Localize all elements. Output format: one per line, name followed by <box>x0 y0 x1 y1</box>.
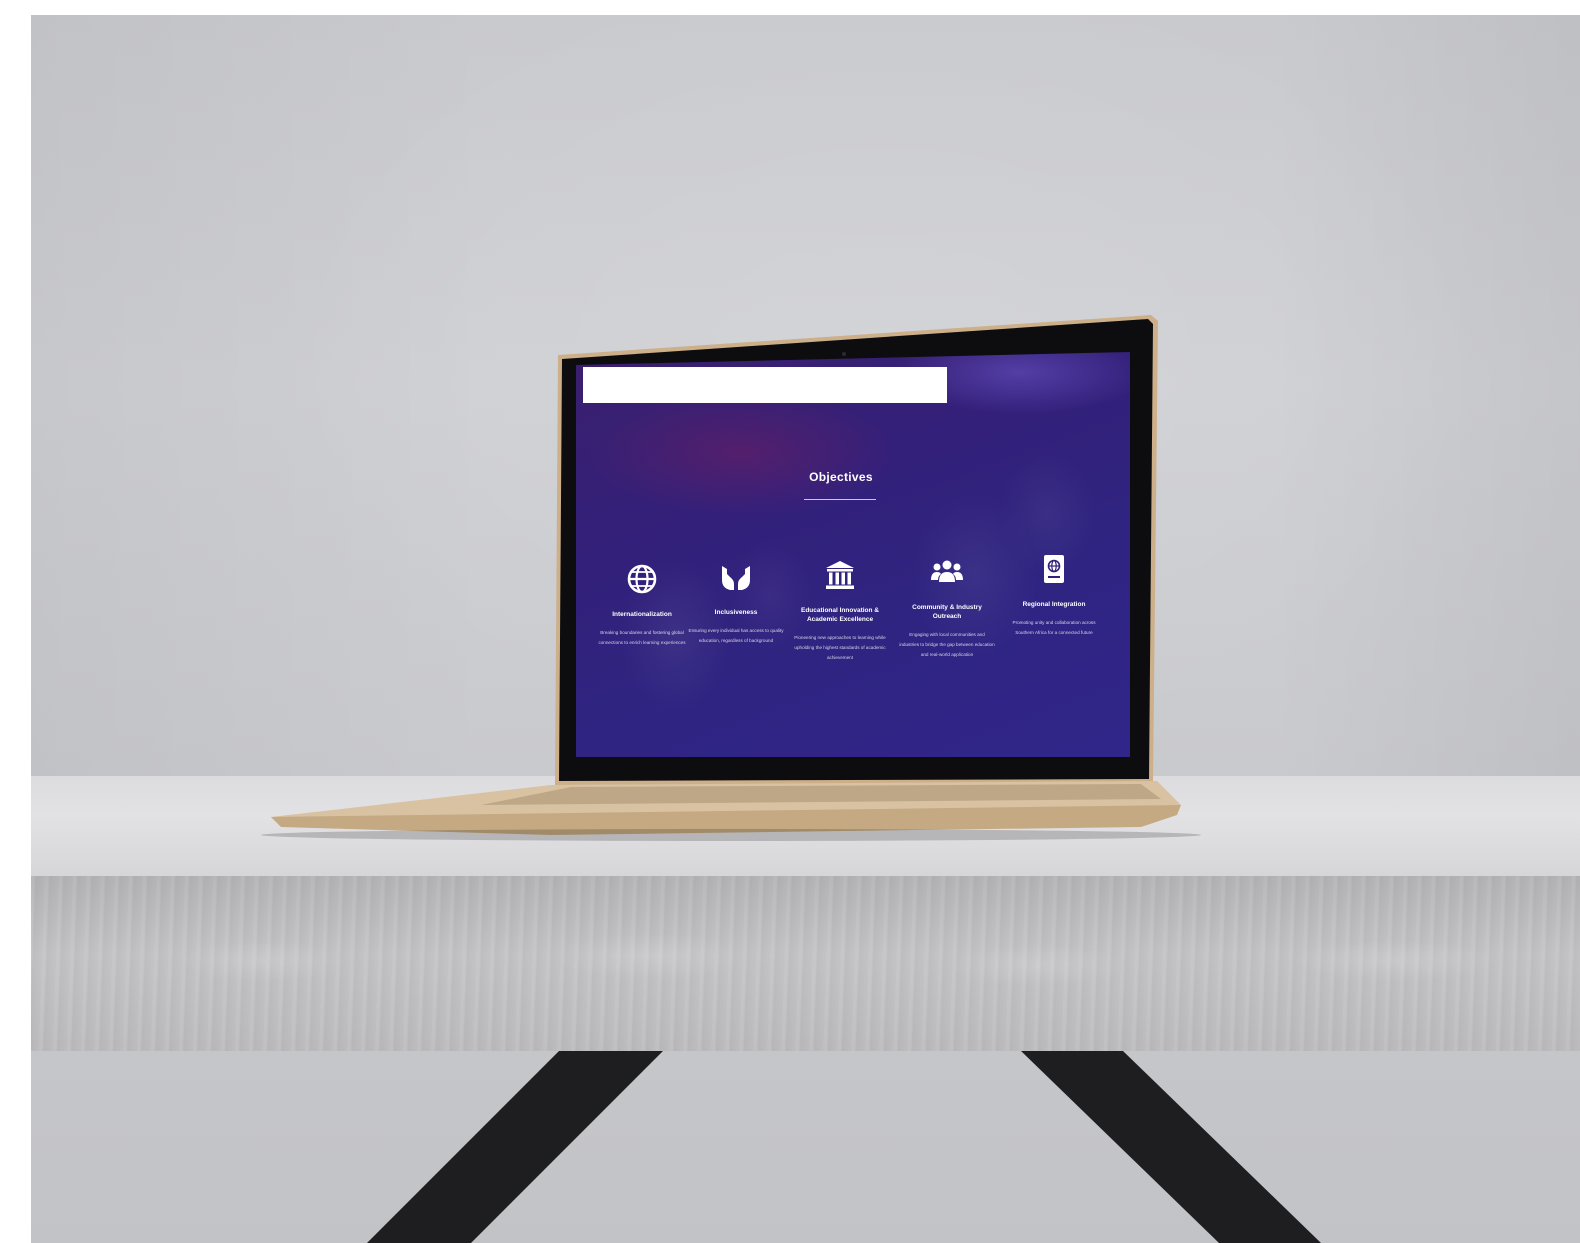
objective-title: Educational Innovation & Academic Excell… <box>800 607 879 623</box>
objective-inclusiveness: Inclusiveness Ensuring every individual … <box>688 560 784 646</box>
objective-title: Internationalization <box>612 611 672 618</box>
website-header-bar <box>583 367 947 403</box>
objective-internationalization: Internationalization Breaking boundaries… <box>594 562 690 648</box>
objective-regional-integration: Regional Integration Promoting unity and… <box>1006 552 1102 638</box>
objective-description: Pioneering new approaches to learning wh… <box>794 635 886 660</box>
objective-title: Community & Industry Outreach <box>912 604 982 620</box>
webcam <box>842 352 846 356</box>
laptop-shadow <box>261 829 1201 841</box>
heading-divider <box>804 499 876 500</box>
objective-title: Regional Integration <box>1022 601 1086 608</box>
institution-icon <box>826 561 854 589</box>
passport-icon <box>1044 555 1064 583</box>
objective-title: Inclusiveness <box>714 609 758 616</box>
objective-description: Promoting unity and collaboration across… <box>1012 620 1096 635</box>
globe-icon <box>627 564 657 594</box>
laptop-screen: Objectives Internationalization Breaking… <box>576 352 1130 757</box>
objective-description: Engaging with local communities and indu… <box>899 632 995 657</box>
objective-description: Breaking boundaries and fostering global… <box>598 630 686 645</box>
community-icon <box>931 560 963 582</box>
objective-educational-innovation: Educational Innovation & Academic Excell… <box>792 558 888 663</box>
objectives-heading: Objectives <box>809 470 873 484</box>
objective-description: Ensuring every individual has access to … <box>688 628 784 643</box>
objective-community-outreach: Community & Industry Outreach Engaging w… <box>899 555 995 660</box>
open-hands-icon <box>722 566 750 590</box>
mockup-scene: Objectives Internationalization Breaking… <box>0 0 1580 1243</box>
